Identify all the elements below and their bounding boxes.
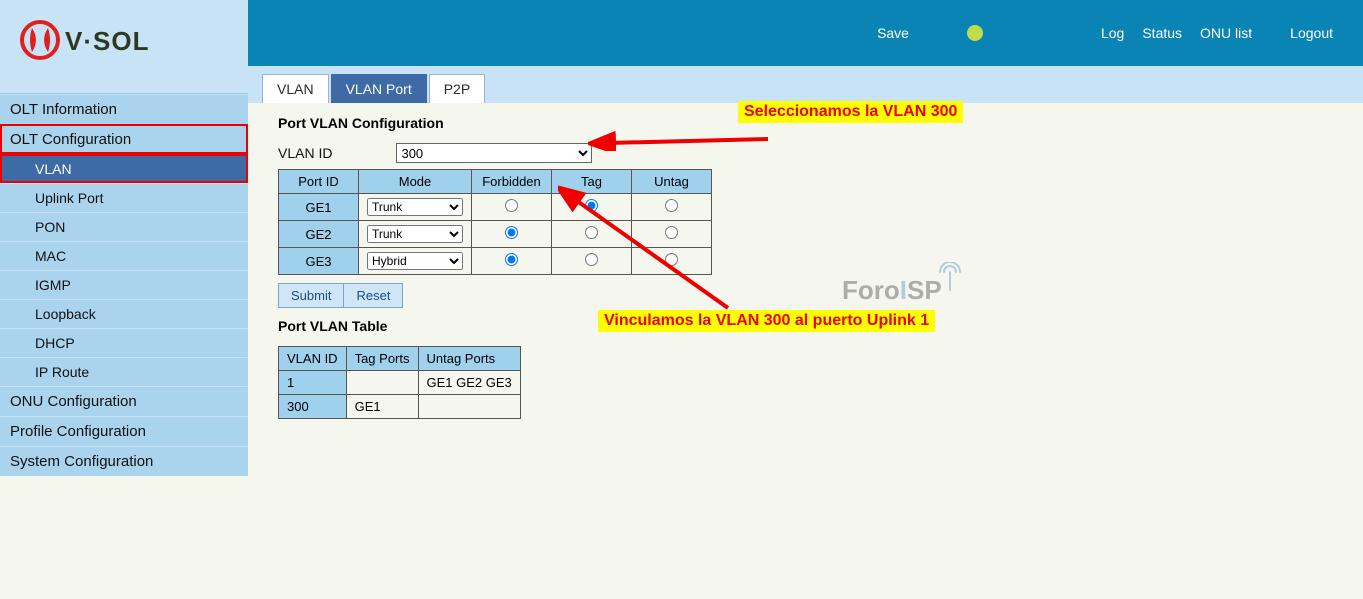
port-config-table: Port IDModeForbiddenTagUntag GE1 Trunk GE2 T… — [278, 169, 712, 275]
sidebar-item-uplink-port[interactable]: Uplink Port — [0, 183, 248, 212]
sidebar-item-loopback[interactable]: Loopback — [0, 299, 248, 328]
tab-vlan[interactable]: VLAN — [262, 74, 329, 103]
sidebar-item-olt-information[interactable]: OLT Information — [0, 94, 248, 124]
content-area: Port VLAN Configuration VLAN ID 300 Port… — [248, 103, 1363, 431]
annotation-link-uplink: Vinculamos la VLAN 300 al puerto Uplink … — [598, 310, 935, 332]
mode-select[interactable]: Trunk — [367, 225, 463, 243]
vlan-tbl-row: 300GE1 — [279, 395, 521, 419]
vlan-tbl-header: Untag Ports — [418, 347, 520, 371]
logo-area: V·SOL — [0, 0, 248, 94]
cfg-row: GE2 Trunk — [279, 221, 712, 248]
tab-vlan-port[interactable]: VLAN Port — [331, 74, 427, 103]
untag-ports-cell — [418, 395, 520, 419]
port-vlan-table: VLAN IDTag PortsUntag Ports1GE1 GE2 GE33… — [278, 346, 521, 419]
vlan-tbl-header: Tag Ports — [346, 347, 418, 371]
sidebar: V·SOL OLT InformationOLT ConfigurationVL… — [0, 0, 248, 476]
port-id: GE1 — [279, 194, 359, 221]
mode-select[interactable]: Hybrid — [367, 252, 463, 270]
cfg-header: Tag — [552, 170, 632, 194]
cfg-header: Untag — [632, 170, 712, 194]
sidebar-item-vlan[interactable]: VLAN — [0, 154, 248, 183]
tab-p2p[interactable]: P2P — [429, 74, 485, 103]
vlan-id-cell: 300 — [279, 395, 347, 419]
brand-name: V·SOL — [65, 26, 149, 57]
cfg-header: Mode — [359, 170, 472, 194]
vlan-id-label: VLAN ID — [278, 145, 332, 161]
mode-select[interactable]: Trunk — [367, 198, 463, 216]
reset-button[interactable]: Reset — [344, 283, 403, 308]
untag-ports-cell: GE1 GE2 GE3 — [418, 371, 520, 395]
radio-forbidden[interactable] — [505, 253, 518, 266]
tab-row: VLANVLAN PortP2P — [248, 66, 1363, 103]
status-link[interactable]: Status — [1142, 25, 1182, 41]
sidebar-item-dhcp[interactable]: DHCP — [0, 328, 248, 357]
radio-untag[interactable] — [665, 226, 678, 239]
cfg-row: GE3 Hybrid — [279, 248, 712, 275]
brand-icon — [20, 20, 60, 63]
annotation-select-vlan: Seleccionamos la VLAN 300 — [738, 101, 963, 123]
port-id: GE3 — [279, 248, 359, 275]
topbar: Save Log Status ONU list Logout — [248, 0, 1363, 66]
port-id: GE2 — [279, 221, 359, 248]
sidebar-item-profile-configuration[interactable]: Profile Configuration — [0, 416, 248, 446]
tag-ports-cell — [346, 371, 418, 395]
vlan-id-select[interactable]: 300 — [396, 143, 592, 163]
vlan-id-cell: 1 — [279, 371, 347, 395]
log-link[interactable]: Log — [1101, 25, 1124, 41]
save-link[interactable]: Save — [877, 25, 909, 41]
radio-forbidden[interactable] — [505, 199, 518, 212]
logout-link[interactable]: Logout — [1290, 25, 1333, 41]
tag-ports-cell: GE1 — [346, 395, 418, 419]
radio-tag[interactable] — [585, 199, 598, 212]
radio-forbidden[interactable] — [505, 226, 518, 239]
sidebar-item-igmp[interactable]: IGMP — [0, 270, 248, 299]
radio-tag[interactable] — [585, 226, 598, 239]
sidebar-item-onu-configuration[interactable]: ONU Configuration — [0, 386, 248, 416]
cfg-row: GE1 Trunk — [279, 194, 712, 221]
radio-untag[interactable] — [665, 253, 678, 266]
sidebar-item-mac[interactable]: MAC — [0, 241, 248, 270]
status-indicator-icon — [967, 25, 983, 41]
sidebar-item-pon[interactable]: PON — [0, 212, 248, 241]
cfg-header: Forbidden — [472, 170, 552, 194]
sidebar-item-ip-route[interactable]: IP Route — [0, 357, 248, 386]
sidebar-item-olt-configuration[interactable]: OLT Configuration — [0, 124, 248, 154]
radio-tag[interactable] — [585, 253, 598, 266]
submit-button[interactable]: Submit — [278, 283, 344, 308]
cfg-header: Port ID — [279, 170, 359, 194]
vlan-tbl-header: VLAN ID — [279, 347, 347, 371]
vlan-tbl-row: 1 GE1 GE2 GE3 — [279, 371, 521, 395]
sidebar-item-system-configuration[interactable]: System Configuration — [0, 446, 248, 476]
onu-list-link[interactable]: ONU list — [1200, 25, 1252, 41]
radio-untag[interactable] — [665, 199, 678, 212]
